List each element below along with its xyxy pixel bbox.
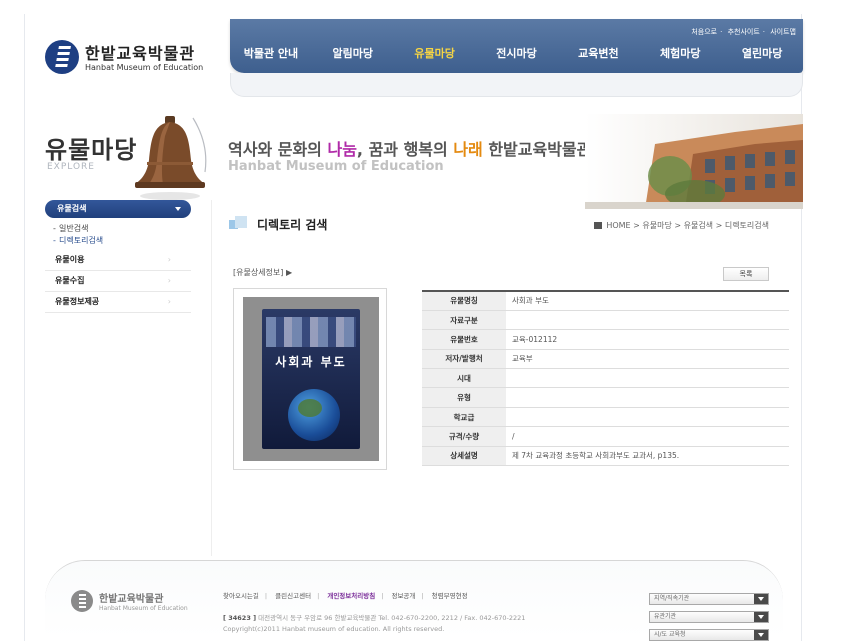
footer-links: 찾아오시는길 | 클린신고센터 | 개인정보처리방침 | 정보공개 | 청렴부영현정 [223, 592, 468, 600]
chevron-down-icon [754, 612, 768, 622]
slogan: 역사와 문화의 나눔, 꿈과 행복의 나래 한밭교육박물관 [228, 140, 592, 159]
globe-image [288, 389, 340, 441]
gnb-item-education-history[interactable]: 교육변천 [557, 45, 639, 61]
table-row: 저자/발행처 교육부 [422, 349, 789, 370]
page: 한밭교육박물관 Hanbat Museum of Education 처음으로 ·… [0, 0, 850, 641]
bell-image [135, 116, 207, 200]
logo-english: Hanbat Museum of Education [85, 63, 204, 72]
gnb-item-open-forum[interactable]: 열린마당 [721, 45, 803, 61]
section-visual: 유물마당 EXPLORE 역사와 문화의 나눔, 꿈과 행복의 나래 한밭교육박… [25, 114, 803, 209]
table-row: 시대 [422, 368, 789, 389]
detail-label: [유물상세정보] ▶ [233, 268, 293, 277]
list-button[interactable]: 목록 [723, 267, 769, 281]
lnb-sub-general-search[interactable]: 일반검색 [45, 223, 191, 235]
relic-photo[interactable]: 사회과 부도 [233, 288, 387, 470]
lnb-sub-directory-search[interactable]: 디렉토리검색 [45, 235, 191, 247]
chevron-down-icon [754, 594, 768, 604]
gnb-item-relics[interactable]: 유물마당 [394, 45, 476, 61]
lnb-item-relic-collection[interactable]: 유물수집 [45, 271, 191, 292]
footer-logo: 한밭교육박물관 Hanbat Museum of Education [71, 590, 201, 620]
gnb-item-museum-info[interactable]: 박물관 안내 [230, 45, 312, 61]
util-link-recommend[interactable]: 추천사이트 [728, 28, 760, 36]
title-icon [229, 216, 247, 232]
home-icon [594, 222, 603, 229]
relic-detail-table: 유물명칭 사회과 부도 자료구분 유물번호 교육-012112 저자/발행처 교육부 … [422, 290, 789, 467]
table-row: 학교급 [422, 407, 789, 428]
select-related-institutions[interactable]: 유관기관 [649, 611, 769, 623]
lnb-submenu: 일반검색 디렉토리검색 [45, 218, 191, 250]
util-link-sitemap[interactable]: 사이트맵 [770, 28, 796, 36]
left-navigation: 유물검색 일반검색 디렉토리검색 유물이용 유물수집 유물정보제공 [45, 200, 191, 313]
footer: 한밭교육박물관 Hanbat Museum of Education 찾아오시는… [25, 560, 803, 641]
book-cover-image: 사회과 부도 [262, 309, 360, 449]
footer-link-disclosure[interactable]: 정보공개 [391, 592, 415, 600]
footer-logo-icon [71, 590, 93, 612]
museum-building-image [585, 114, 803, 209]
lnb-item-relic-info[interactable]: 유물정보제공 [45, 292, 191, 313]
site-logo[interactable]: 한밭교육박물관 Hanbat Museum of Education [45, 38, 205, 82]
slogan-english: Hanbat Museum of Education [228, 159, 444, 174]
table-row: 유물번호 교육-012112 [422, 329, 789, 350]
site-frame: 한밭교육박물관 Hanbat Museum of Education 처음으로 ·… [24, 14, 803, 641]
footer-link-integrity[interactable]: 청렴부영현정 [432, 592, 468, 600]
logo-korean: 한밭교육박물관 [85, 44, 196, 63]
page-title: 디렉토리 검색 [257, 218, 328, 232]
select-education-offices[interactable]: 시/도 교육청 [649, 629, 769, 641]
gnb-item-experience[interactable]: 체험마당 [639, 45, 721, 61]
chevron-down-icon [754, 630, 768, 640]
footer-link-directions[interactable]: 찾아오시는길 [223, 592, 259, 600]
gnb-item-notice[interactable]: 알림마당 [312, 45, 394, 61]
section-title: 유물마당 [45, 136, 138, 164]
gnb-submenu-bar [230, 73, 803, 97]
breadcrumb: HOME > 유물마당 > 유물검색 > 디렉토리검색 [594, 220, 769, 231]
lnb-item-relic-use[interactable]: 유물이용 [45, 250, 191, 271]
footer-link-clean-report[interactable]: 클린신고센터 [275, 592, 311, 600]
utility-links: 처음으로 · 추천사이트 · 사이트맵 [691, 28, 796, 36]
footer-link-privacy[interactable]: 개인정보처리방침 [327, 592, 375, 600]
photo-background: 사회과 부도 [243, 297, 379, 461]
table-row: 상세설명 제 7차 교육과정 초등학교 사회과부도 교과서, p135. [422, 446, 789, 467]
museum-logo-icon [45, 40, 79, 74]
copyright: Copyright(c)2011 Hanbat museum of educat… [223, 625, 445, 633]
gnb-item-exhibition[interactable]: 전시마당 [476, 45, 558, 61]
gnb-menu: 박물관 안내 알림마당 유물마당 전시마당 교육변천 체험마당 열린마당 [230, 45, 803, 61]
util-link-home[interactable]: 처음으로 [691, 28, 717, 36]
lnb-head-relic-search[interactable]: 유물검색 [45, 200, 191, 218]
select-regional-institutions[interactable]: 지역/직속기관 [649, 593, 769, 605]
table-row: 자료구분 [422, 310, 789, 331]
footer-address: [ 34623 ] 대전광역시 동구 우암로 96 한밭교육박물관 Tel. 0… [223, 614, 526, 633]
book-cover-title: 사회과 부도 [275, 355, 347, 369]
table-row: 규격/수량 / [422, 426, 789, 447]
table-row: 유형 [422, 387, 789, 408]
table-row: 유물명칭 사회과 부도 [422, 291, 789, 311]
section-subtitle: EXPLORE [47, 162, 95, 172]
main-navigation: 처음으로 · 추천사이트 · 사이트맵 박물관 안내 알림마당 유물마당 전시마당 … [230, 19, 803, 97]
lnb-divider [211, 200, 212, 556]
